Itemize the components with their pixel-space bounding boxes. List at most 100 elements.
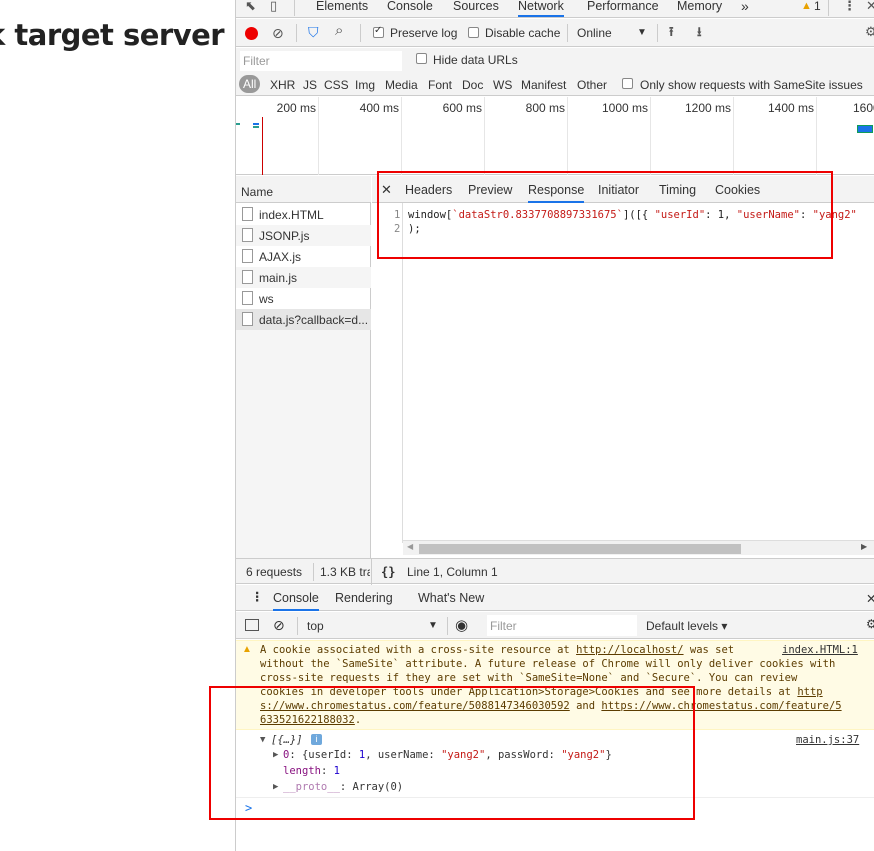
type-filter-all[interactable]: All <box>239 75 261 93</box>
type-filter-doc[interactable]: Doc <box>462 78 483 92</box>
type-filter-js[interactable]: JS <box>303 78 317 92</box>
file-icon <box>242 207 253 221</box>
request-count: 6 requests <box>246 565 303 579</box>
tab-performance[interactable]: Performance <box>587 0 659 17</box>
timeline-overview[interactable]: 200 ms 400 ms 600 ms 800 ms 1000 ms 1200… <box>236 97 874 175</box>
hide-data-urls-checkbox[interactable] <box>416 53 427 64</box>
tab-console[interactable]: Console <box>387 0 433 17</box>
timeline-tick: 600 ms <box>442 101 482 115</box>
filter-funnel-icon[interactable]: ⛉ <box>308 24 319 40</box>
file-icon <box>242 249 253 263</box>
type-filter-css[interactable]: CSS <box>324 78 349 92</box>
request-list: Name index.HTML JSONP.js AJAX.js main.js… <box>236 176 371 558</box>
type-filter-xhr[interactable]: XHR <box>270 78 295 92</box>
samesite-issues-checkbox[interactable] <box>622 78 633 89</box>
console-settings-icon[interactable]: ⚙ <box>866 617 874 631</box>
request-row[interactable]: main.js <box>236 267 371 288</box>
list-filler <box>236 330 370 558</box>
chromestatus-link[interactable]: http <box>797 686 822 698</box>
tab-network[interactable]: Network <box>518 0 564 17</box>
device-toolbar-icon[interactable]: ▯ <box>270 0 277 14</box>
source-link-index-html[interactable]: index.HTML:1 <box>782 644 858 656</box>
drawer-menu-icon[interactable]: ⋮ <box>251 589 264 604</box>
request-row[interactable]: AJAX.js <box>236 246 371 267</box>
grid-line <box>401 97 402 175</box>
type-filter-manifest[interactable]: Manifest <box>521 78 566 92</box>
search-icon[interactable]: ⌕ <box>335 23 343 39</box>
filter-row: Filter Hide data URLs <box>236 48 874 72</box>
resource-type-filters: All XHR JS CSS Img Media Font Doc WS Man… <box>236 72 874 96</box>
hide-data-urls-label: Hide data URLs <box>433 53 518 67</box>
preserve-log-checkbox[interactable] <box>373 25 384 38</box>
throttling-select[interactable]: Online <box>577 26 612 40</box>
drawer-tab-rendering[interactable]: Rendering <box>335 591 393 605</box>
grid-line <box>733 97 734 175</box>
screen: k target server ⬉ ▯ Elements Console Sou… <box>0 0 874 851</box>
timeline-tick: 800 ms <box>525 101 565 115</box>
inspect-element-icon[interactable]: ⬉ <box>245 0 256 14</box>
pretty-print-button[interactable]: {} <box>381 565 395 579</box>
type-filter-ws[interactable]: WS <box>493 78 512 92</box>
source-link-main-js[interactable]: main.js:37 <box>796 734 859 746</box>
warning-line: without the `SameSite` attribute. A futu… <box>260 658 836 670</box>
scroll-right-icon[interactable]: ▶ <box>861 542 867 551</box>
request-name: JSONP.js <box>259 229 310 243</box>
filter-input[interactable]: Filter <box>240 51 402 71</box>
request-name: index.HTML <box>259 208 324 222</box>
grid-line <box>816 97 817 175</box>
file-icon <box>242 291 253 305</box>
clear-icon[interactable]: ⊘ <box>272 25 284 41</box>
name-column-header[interactable]: Name <box>236 176 371 203</box>
drawer-tab-whats-new[interactable]: What's New <box>418 591 484 605</box>
live-expression-eye-icon[interactable]: ◉ <box>455 616 468 634</box>
close-devtools-icon[interactable]: ✕ <box>866 0 874 14</box>
tab-elements[interactable]: Elements <box>316 0 368 17</box>
clear-console-icon[interactable]: ⊘ <box>273 617 285 634</box>
request-row[interactable]: index.HTML <box>236 204 371 225</box>
localhost-link[interactable]: http://localhost/ <box>576 644 683 656</box>
horizontal-scrollbar[interactable]: ◀ ▶ <box>403 540 874 555</box>
type-filter-font[interactable]: Font <box>428 78 452 92</box>
record-icon[interactable] <box>245 27 258 40</box>
type-filter-other[interactable]: Other <box>577 78 607 92</box>
request-row-selected[interactable]: data.js?callback=d... <box>236 309 371 330</box>
network-settings-icon[interactable]: ⚙ <box>865 24 874 40</box>
export-har-icon[interactable]: ⭳ <box>697 24 702 40</box>
timeline-tick: 1400 ms <box>767 101 814 115</box>
request-name: ws <box>259 292 274 306</box>
network-status-bar: 6 requests 1.3 KB tra {} Line 1, Column … <box>236 558 874 585</box>
request-row[interactable]: ws <box>236 288 371 309</box>
request-bar <box>236 123 240 125</box>
warning-icon[interactable]: ▲ <box>801 0 812 14</box>
drawer-tab-console[interactable]: Console <box>273 591 319 611</box>
type-filter-img[interactable]: Img <box>355 78 375 92</box>
more-tabs-button[interactable]: » <box>741 0 749 17</box>
request-name: main.js <box>259 271 298 285</box>
divider <box>371 559 372 585</box>
tab-memory[interactable]: Memory <box>677 0 722 17</box>
file-icon <box>242 228 253 242</box>
import-har-icon[interactable]: ⭱ <box>669 24 674 40</box>
chevron-down-icon[interactable]: ▼ <box>637 27 647 38</box>
scroll-thumb[interactable] <box>419 544 741 554</box>
warnings-count[interactable]: 1 <box>814 0 821 17</box>
sidebar-toggle-icon[interactable] <box>245 619 259 631</box>
log-levels-select[interactable]: Default levels ▾ <box>646 619 727 633</box>
console-filter-input[interactable]: Filter <box>487 615 637 636</box>
context-select[interactable]: top <box>307 619 324 633</box>
divider <box>294 0 295 16</box>
timeline-tick: 1600 <box>853 101 874 115</box>
request-row[interactable]: JSONP.js <box>236 225 371 246</box>
close-drawer-icon[interactable]: ✕ <box>866 591 874 606</box>
disable-cache-checkbox[interactable] <box>468 27 479 38</box>
tab-sources[interactable]: Sources <box>453 0 499 17</box>
divider <box>313 563 314 581</box>
kebab-menu-icon[interactable]: ⋮ <box>843 0 856 14</box>
grid-line <box>650 97 651 175</box>
scroll-left-icon[interactable]: ◀ <box>407 542 413 551</box>
file-icon <box>242 270 253 284</box>
request-name: data.js?callback=d... <box>259 313 369 327</box>
type-filter-media[interactable]: Media <box>385 78 418 92</box>
chevron-down-icon[interactable]: ▼ <box>428 620 438 631</box>
warning-line: A cookie associated with a cross-site re… <box>260 644 734 656</box>
